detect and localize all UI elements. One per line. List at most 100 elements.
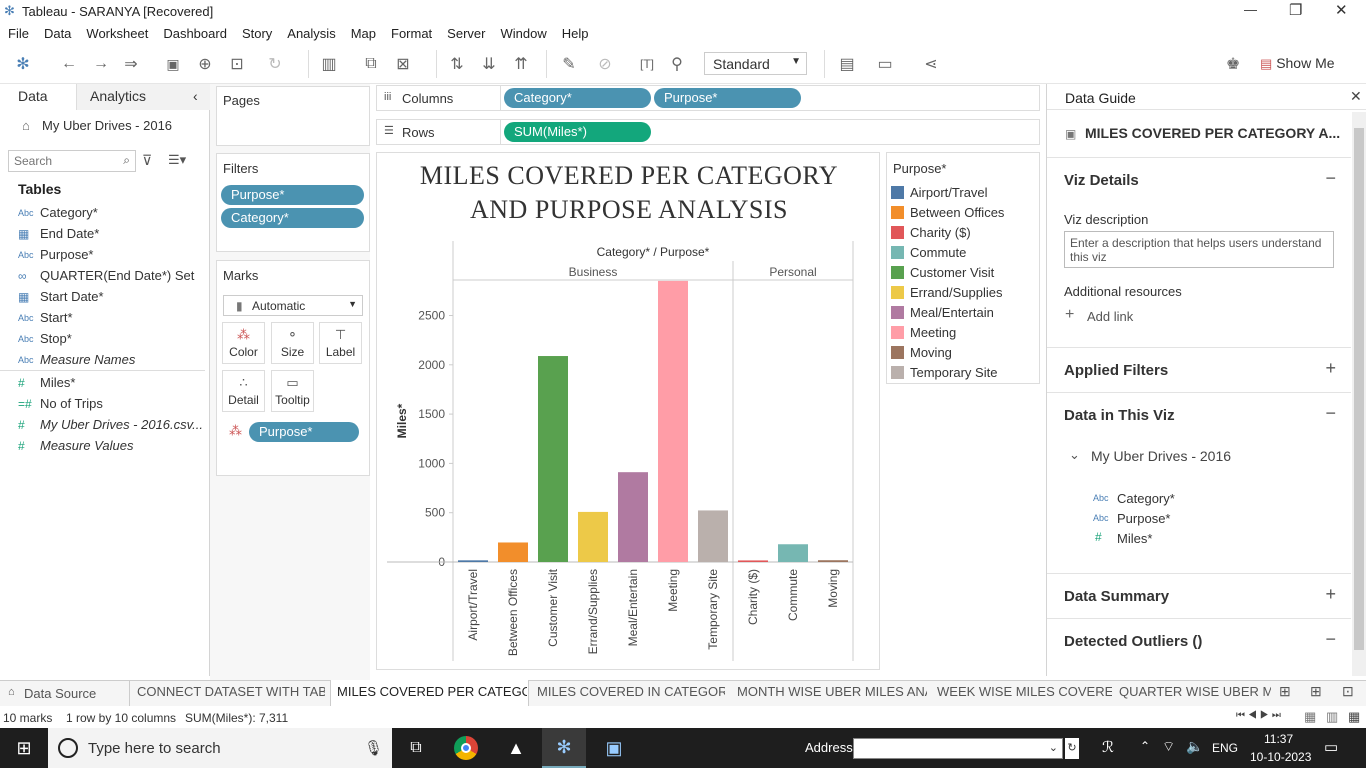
pause-updates-icon[interactable]: ⊡ bbox=[224, 52, 250, 76]
sheet-tab[interactable]: MONTH WISE UBER MILES ANA... bbox=[737, 684, 927, 699]
labels-icon[interactable]: [T] bbox=[634, 52, 660, 76]
filter-pill-category[interactable]: Category* bbox=[221, 208, 364, 228]
menu-server[interactable]: Server bbox=[439, 22, 492, 41]
go-icon[interactable]: ↻ bbox=[1065, 738, 1079, 759]
collapse-icon[interactable]: − bbox=[1325, 403, 1336, 424]
field-end-date[interactable]: ▦ End Date* bbox=[18, 226, 99, 241]
field-measure-values[interactable]: # Measure Values bbox=[18, 438, 133, 453]
chrome-icon[interactable] bbox=[446, 728, 486, 768]
menu-map[interactable]: Map bbox=[343, 22, 383, 41]
presentation-mode-icon[interactable]: ▭ bbox=[872, 52, 898, 76]
legend-item[interactable]: Meal/Entertain bbox=[891, 305, 994, 320]
pin-icon[interactable]: ⚲ bbox=[664, 52, 690, 76]
new-datasource-icon[interactable]: ⊕ bbox=[192, 52, 218, 76]
datasource-name[interactable]: My Uber Drives - 2016 bbox=[42, 118, 172, 133]
tableau-home-icon[interactable]: ✻ bbox=[10, 52, 36, 76]
menu-window[interactable]: Window bbox=[492, 22, 553, 41]
filter-fields-icon[interactable]: ⊽ bbox=[142, 152, 152, 169]
viz-details-header[interactable]: Viz Details bbox=[1064, 172, 1139, 189]
menu-story[interactable]: Story bbox=[234, 22, 279, 41]
sheet-sorter-icon[interactable]: ▦ bbox=[1304, 709, 1316, 725]
film-strip-icon[interactable]: ▥ bbox=[1326, 709, 1338, 725]
scrollbar-thumb[interactable] bbox=[1354, 128, 1364, 650]
column-pill-purpose[interactable]: Purpose* bbox=[654, 88, 801, 108]
replay-icon[interactable]: ⇒ bbox=[118, 52, 144, 76]
viz-description-input[interactable]: Enter a description that helps users und… bbox=[1064, 231, 1334, 268]
highlight-icon[interactable]: ✎ bbox=[556, 52, 582, 76]
column-pill-category[interactable]: Category* bbox=[504, 88, 651, 108]
sort-descending-icon[interactable]: ⇈ bbox=[508, 52, 534, 76]
group-icon[interactable]: ⊘ bbox=[592, 52, 618, 76]
chevron-down-icon[interactable]: ⌄ bbox=[1069, 447, 1080, 463]
sheet-nav-icons[interactable]: ⏮◀▶⏭ bbox=[1236, 710, 1284, 721]
size-button[interactable]: ⚬ Size bbox=[271, 322, 314, 364]
field-purpose[interactable]: Abc Purpose* bbox=[18, 247, 93, 262]
swap-icon[interactable]: ⇅ bbox=[444, 52, 470, 76]
legend-item[interactable]: Between Offices bbox=[891, 205, 1004, 220]
save-icon[interactable]: ▣ bbox=[160, 52, 186, 76]
legend-item[interactable]: Errand/Supplies bbox=[891, 285, 1003, 300]
legend-item[interactable]: Meeting bbox=[891, 325, 956, 340]
new-story-icon[interactable]: ⊡ bbox=[1342, 683, 1354, 700]
volume-icon[interactable]: 🔈 bbox=[1186, 738, 1203, 755]
field-quarter-set[interactable]: ∞ QUARTER(End Date*) Set bbox=[18, 268, 194, 283]
menu-data[interactable]: Data bbox=[36, 22, 78, 41]
photos-icon[interactable]: ▲ bbox=[496, 728, 536, 768]
collapse-icon[interactable]: − bbox=[1325, 629, 1336, 650]
close-button[interactable]: ✕ bbox=[1335, 1, 1348, 19]
tab-data-source[interactable]: Data Source bbox=[24, 686, 96, 701]
close-guide-icon[interactable]: ✕ bbox=[1350, 88, 1362, 105]
data-summary-header[interactable]: Data Summary bbox=[1064, 588, 1169, 605]
field-start[interactable]: Abc Start* bbox=[18, 310, 73, 325]
format-painter-icon[interactable]: ♚ bbox=[1220, 52, 1246, 76]
clock-date[interactable]: 10-10-2023 bbox=[1250, 750, 1311, 764]
guide-source[interactable]: My Uber Drives - 2016 bbox=[1091, 448, 1231, 464]
refresh-icon[interactable]: ↻ bbox=[262, 52, 288, 76]
tab-analytics[interactable]: Analytics bbox=[90, 88, 146, 104]
duplicate-icon[interactable]: ⧉ bbox=[358, 52, 384, 76]
guide-scrollbar[interactable] bbox=[1352, 112, 1366, 676]
detail-button[interactable]: ∴ Detail bbox=[222, 370, 265, 412]
task-view-icon[interactable]: ⧉ bbox=[396, 728, 436, 768]
field-count[interactable]: # My Uber Drives - 2016.csv... bbox=[18, 417, 203, 432]
field-start-date[interactable]: ▦ Start Date* bbox=[18, 289, 104, 304]
new-dashboard-icon[interactable]: ⊞ bbox=[1310, 683, 1322, 700]
sheet-tab[interactable]: MILES COVERED IN CATEGORY... bbox=[537, 684, 725, 699]
legend-item[interactable]: Commute bbox=[891, 245, 966, 260]
expand-icon[interactable]: + bbox=[1325, 358, 1336, 379]
add-link[interactable]: Add link bbox=[1087, 309, 1133, 324]
applied-filters-header[interactable]: Applied Filters bbox=[1064, 362, 1168, 379]
marks-pill-purpose[interactable]: Purpose* bbox=[249, 422, 359, 442]
legend-item[interactable]: Temporary Site bbox=[891, 365, 997, 380]
language-indicator[interactable]: ENG bbox=[1212, 741, 1238, 755]
minimize-button[interactable]: — bbox=[1244, 2, 1257, 17]
plus-icon[interactable]: + bbox=[1065, 306, 1074, 324]
wifi-icon[interactable]: ⌔ bbox=[1162, 738, 1175, 756]
menu-analysis[interactable]: Analysis bbox=[279, 22, 342, 41]
field-miles[interactable]: # Miles* bbox=[18, 375, 75, 390]
sheet-tab-active[interactable]: MILES COVERED PER CATEGO... bbox=[337, 684, 527, 699]
view-options-icon[interactable]: ☰▾ bbox=[168, 152, 186, 168]
data-in-viz-header[interactable]: Data in This Viz bbox=[1064, 407, 1175, 424]
sort-ascending-icon[interactable]: ⇊ bbox=[476, 52, 502, 76]
rows-shelf[interactable] bbox=[376, 119, 1040, 145]
sheet-tab[interactable]: CONNECT DATASET WITH TAB... bbox=[137, 684, 325, 699]
collapse-pane-icon[interactable]: ‹ bbox=[193, 88, 198, 104]
show-hidden-icons[interactable]: ⌃ bbox=[1140, 739, 1150, 753]
expand-icon[interactable]: + bbox=[1325, 584, 1336, 605]
tab-data[interactable]: Data bbox=[18, 88, 48, 104]
field-no-of-trips[interactable]: =# No of Trips bbox=[18, 396, 103, 411]
show-me-button[interactable]: ▤ Show Me bbox=[1260, 55, 1335, 72]
tableau-reader-icon[interactable]: ▣ bbox=[594, 728, 634, 768]
new-worksheet-icon[interactable]: ▥ bbox=[316, 52, 342, 76]
share-icon[interactable]: ⋖ bbox=[918, 52, 944, 76]
windows-start-icon[interactable]: ⊞ bbox=[0, 728, 48, 768]
menu-help[interactable]: Help bbox=[554, 22, 596, 41]
filter-pill-purpose[interactable]: Purpose* bbox=[221, 185, 364, 205]
label-button[interactable]: ⊤ Label bbox=[319, 322, 362, 364]
outliers-header[interactable]: Detected Outliers () bbox=[1064, 633, 1202, 650]
menu-format[interactable]: Format bbox=[383, 22, 439, 41]
field-category[interactable]: Abc Category* bbox=[18, 205, 98, 220]
new-worksheet-icon[interactable]: ⊞ bbox=[1279, 683, 1291, 700]
menu-file[interactable]: File bbox=[0, 22, 36, 41]
